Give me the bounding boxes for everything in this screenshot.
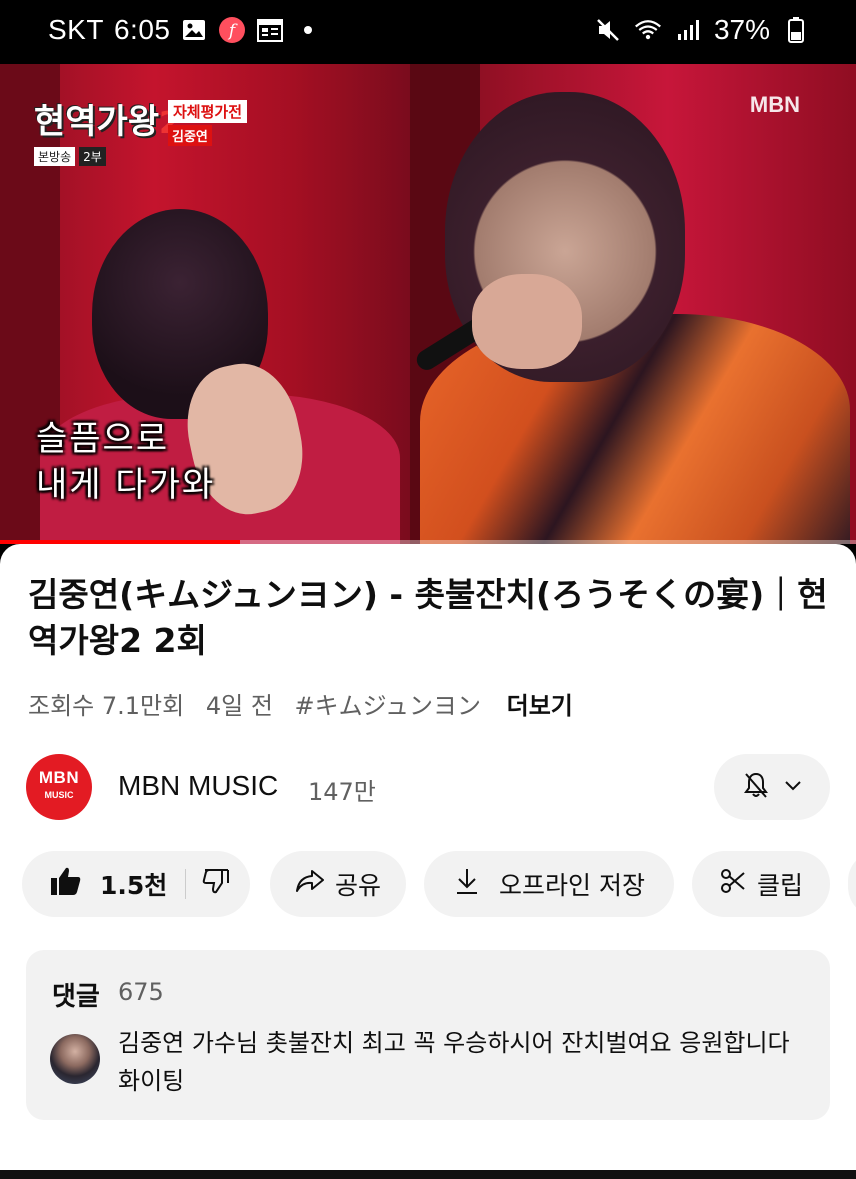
app-notification-icon: f [218,16,246,44]
video-title[interactable]: 김중연(キムジュンヨン) - 촛불잔치(ろうそくの宴)｜현역가왕2 2회 [28,572,833,664]
like-count: 1.5천 [100,871,168,900]
action-buttons-row: 1.5천 공유 오프라인 저장 클립 [22,851,856,917]
channel-name[interactable]: MBN MUSIC [118,770,278,802]
more-notifications-dot-icon [294,16,322,44]
carrier-label: SKT [48,14,104,45]
subtitle-line-1: 슬픔으로 [36,419,170,459]
more-button[interactable]: 더보기 [507,692,573,720]
mute-icon [594,16,622,44]
comments-count: 675 [118,978,164,1006]
like-dislike-divider [185,869,187,899]
channel-row[interactable]: MBN MUSIC MBN MUSIC 147만 [26,754,830,820]
bell-off-icon [741,770,771,804]
gallery-icon [180,16,208,44]
status-bar: SKT 6:05 f 37% [0,0,856,64]
broadcaster-watermark: MBN [749,92,800,117]
thumbs-up-icon[interactable] [50,866,82,902]
scissors-icon [719,867,747,901]
signal-icon [674,16,702,44]
segment-tag: 자체평가전 [168,100,248,123]
view-count: 조회수 7.1만회 [28,692,185,720]
comments-panel[interactable]: 댓글 675 김중연 가수님 촛불잔치 최고 꼭 우승하시어 잔치벌여요 응원합… [26,950,830,1120]
share-icon [295,868,325,900]
hashtag-link[interactable]: #キムジュンヨン [295,692,481,720]
show-logo-title: 현역가왕 [34,102,160,142]
top-comment-text: 김중연 가수님 촛불잔치 최고 꼭 우승하시어 잔치벌여요 응원합니다 화이팅 [118,1029,790,1095]
wifi-icon [634,16,662,44]
bottom-edge [0,1170,856,1179]
clock: 6:05 [113,14,171,45]
comments-header: 댓글 [52,982,100,1012]
download-label: 오프라인 저장 [499,871,645,900]
show-logo: 현역가왕2 본방송 2부 [34,94,180,166]
more-actions-button[interactable] [848,851,856,917]
commenter-avatar [50,1034,100,1084]
clip-label: 클립 [756,871,803,900]
segment-caption: 자체평가전 김중연 [168,100,248,146]
clip-button[interactable]: 클립 [692,851,830,917]
battery-percent: 37% [713,14,770,45]
share-label: 공유 [334,871,381,900]
battery-icon [782,16,810,44]
subtitle-line-2: 내게 다가와 [36,465,216,505]
avatar-logo-subtext: MUSIC [44,790,74,800]
like-dislike-button[interactable]: 1.5천 [22,851,250,917]
download-button[interactable]: 오프라인 저장 [424,851,674,917]
video-details-sheet: 김중연(キムジュンヨン) - 촛불잔치(ろうそくの宴)｜현역가왕2 2회 조회수… [0,544,856,1179]
upload-age: 4일 전 [205,692,273,720]
singer-tag: 김중연 [168,125,212,146]
channel-avatar[interactable]: MBN MUSIC [26,754,92,820]
avatar-logo-text: MBN [38,768,80,787]
broadcast-tag: 본방송 [34,147,76,166]
calendar-icon [256,16,284,44]
performer-right-hand [472,274,582,369]
video-subtitle: 슬픔으로 내게 다가와 [36,416,215,508]
part-tag: 2부 [79,147,106,166]
notification-settings-button[interactable] [714,754,830,820]
download-icon [453,867,481,901]
share-button[interactable]: 공유 [270,851,406,917]
video-metadata[interactable]: 조회수 7.1만회 4일 전 #キムジュンヨン 더보기 [28,686,587,721]
subscriber-count: 147만 [308,778,376,806]
chevron-down-icon [783,778,803,797]
thumbs-down-icon[interactable] [202,868,230,900]
video-player[interactable]: 현역가왕2 본방송 2부 자체평가전 김중연 MBN 슬픔으로 내게 다가와 [0,64,856,544]
